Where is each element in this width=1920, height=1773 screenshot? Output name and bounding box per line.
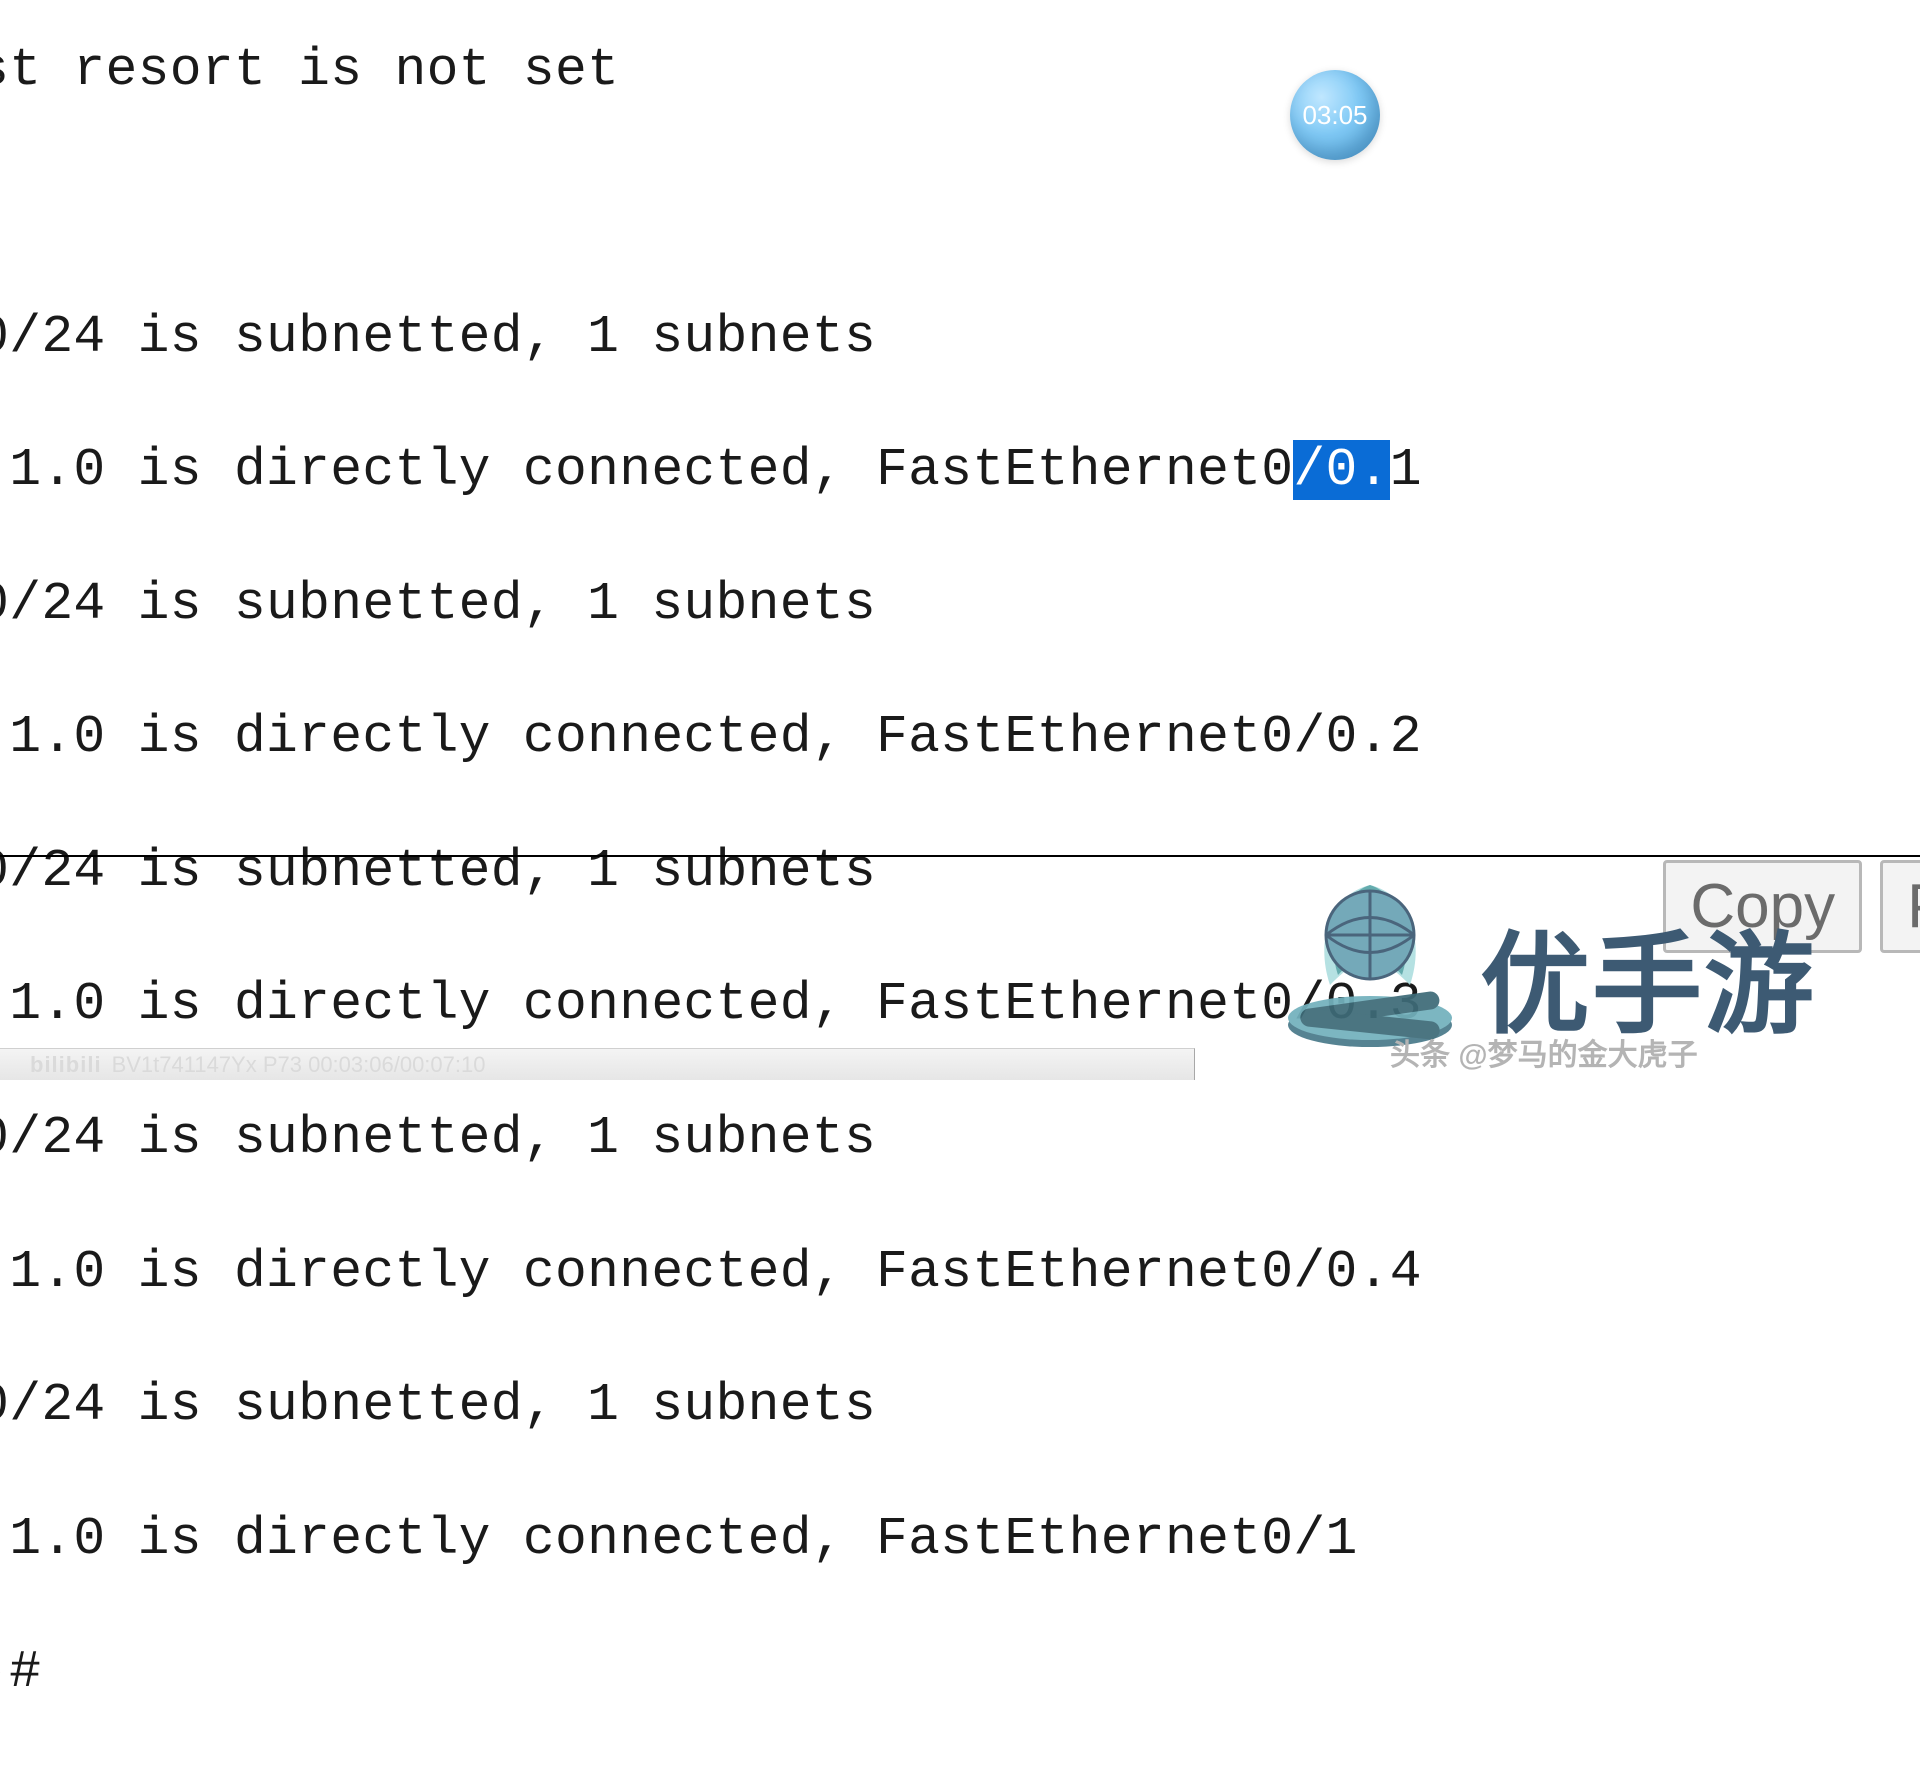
text-fragment: 1.1.0 is directly connected, FastEtherne… — [0, 440, 1293, 500]
text-line: 1.1.0 is directly connected, FastEtherne… — [0, 704, 1920, 771]
status-bar: bilibili BV1t741147Yx P73 00:03:06/00:07… — [0, 1048, 1195, 1080]
watermark-subtext: 头条 @梦马的金大虎子 — [1390, 1030, 1698, 1074]
watermark-logo-icon — [1270, 860, 1470, 1050]
selected-text[interactable]: /0. — [1293, 440, 1389, 500]
text-fragment: 1 — [1390, 440, 1422, 500]
timestamp-text: 03:05 — [1302, 100, 1367, 131]
text-line: .0/24 is subnetted, 1 subnets — [0, 1372, 1920, 1439]
terminal-output[interactable]: ast resort is not set .0/24 is subnetted… — [0, 0, 1920, 1773]
paste-button[interactable]: Pa — [1880, 860, 1920, 953]
text-line: .0/24 is subnetted, 1 subnets — [0, 304, 1920, 371]
text-line: .0/24 is subnetted, 1 subnets — [0, 1105, 1920, 1172]
timestamp-badge: 03:05 — [1290, 70, 1380, 160]
text-line: ast resort is not set — [0, 37, 1920, 104]
pane-divider — [0, 855, 1920, 857]
text-line: 1.1.0 is directly connected, FastEtherne… — [0, 1506, 1920, 1573]
text-line: 1.1.0 is directly connected, FastEtherne… — [0, 1239, 1920, 1306]
video-info: BV1t741147Yx P73 00:03:06/00:07:10 — [112, 1052, 486, 1078]
prompt-line[interactable]: f)# — [0, 1639, 1920, 1706]
text-line — [0, 170, 1920, 237]
text-line: 1.1.0 is directly connected, FastEtherne… — [0, 437, 1920, 504]
platform-watermark: bilibili — [30, 1052, 102, 1078]
text-line: .0/24 is subnetted, 1 subnets — [0, 571, 1920, 638]
